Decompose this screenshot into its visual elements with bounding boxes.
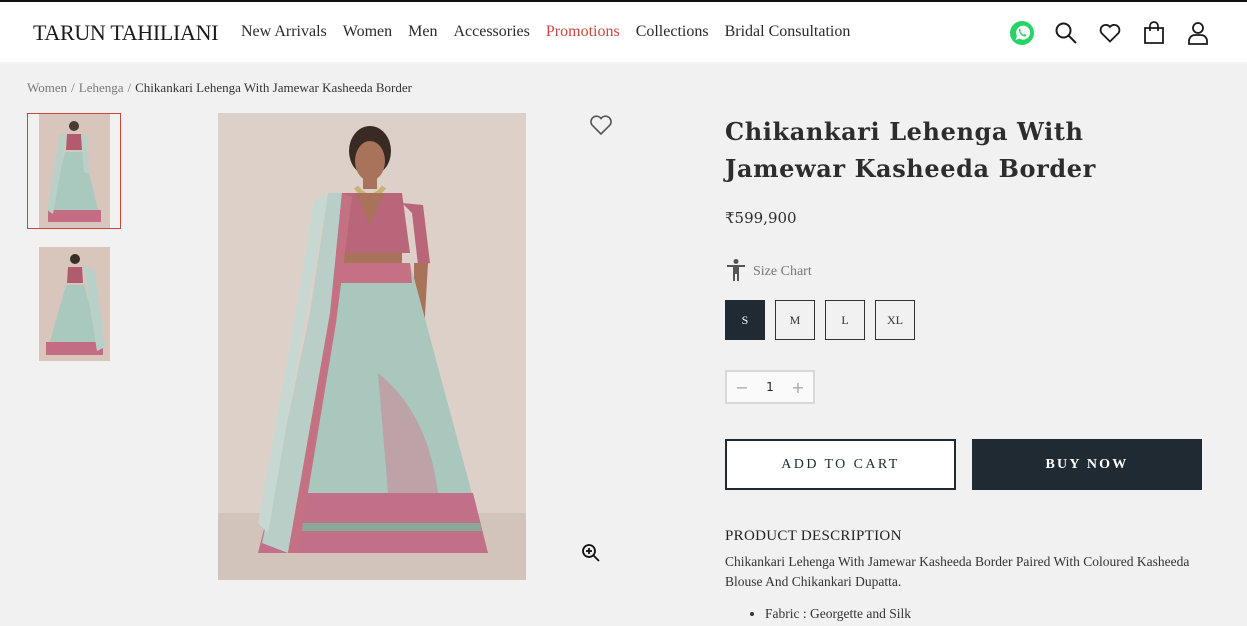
size-chart-label: Size Chart: [753, 264, 812, 279]
product-details-list: Fabric : Georgette and Silk: [765, 606, 911, 622]
size-chart-icon: [725, 258, 747, 286]
breadcrumb-women[interactable]: Women: [27, 80, 67, 95]
product-price: ₹599,900: [725, 209, 797, 227]
brand-logo[interactable]: TARUN TAHILIANI: [33, 20, 219, 46]
product-thumbnail-back[interactable]: [27, 246, 121, 362]
quantity-increase-button[interactable]: +: [791, 378, 805, 397]
breadcrumb-separator: /: [71, 80, 75, 95]
search-icon[interactable]: [1044, 17, 1088, 49]
size-selector: S M L XL: [725, 300, 915, 340]
product-detail-item: Fabric : Georgette and Silk: [765, 606, 911, 622]
main-nav: New Arrivals Women Men Accessories Promo…: [241, 23, 866, 41]
breadcrumb-lehenga[interactable]: Lehenga: [79, 80, 124, 95]
buy-now-button[interactable]: BUY NOW: [972, 439, 1202, 490]
size-option-m[interactable]: M: [775, 300, 815, 340]
nav-item-men[interactable]: Men: [408, 23, 437, 41]
nav-item-promotions[interactable]: Promotions: [546, 23, 620, 41]
size-option-s[interactable]: S: [725, 300, 765, 340]
size-option-xl[interactable]: XL: [875, 300, 915, 340]
quantity-stepper: − 1 +: [725, 370, 815, 404]
whatsapp-icon[interactable]: [1000, 17, 1044, 49]
wishlist-icon[interactable]: [1088, 17, 1132, 49]
quantity-value[interactable]: 1: [766, 380, 774, 394]
cart-bag-icon[interactable]: [1132, 17, 1176, 49]
breadcrumb: Women / Lehenga / Chikankari Lehenga With Ja…: [27, 80, 412, 96]
zoom-in-icon[interactable]: [581, 543, 601, 567]
product-description-heading: PRODUCT DESCRIPTION: [725, 528, 902, 544]
nav-item-women[interactable]: Women: [343, 23, 392, 41]
product-thumbnail-front[interactable]: [27, 113, 121, 229]
breadcrumb-separator: /: [127, 80, 132, 95]
size-chart-link[interactable]: Size Chart: [725, 258, 812, 286]
product-description: Chikankari Lehenga With Jamewar Kasheeda…: [725, 554, 1190, 589]
product-title: Chikankari Lehenga With Jamewar Kasheeda…: [725, 117, 1096, 183]
product-main-image[interactable]: [218, 113, 526, 580]
quantity-decrease-button[interactable]: −: [735, 378, 749, 397]
breadcrumb-current: Chikankari Lehenga With Jamewar Kasheeda…: [135, 80, 412, 95]
product-wishlist-icon[interactable]: [589, 114, 613, 140]
add-to-cart-button[interactable]: ADD TO CART: [725, 439, 956, 490]
nav-item-accessories[interactable]: Accessories: [453, 23, 529, 41]
size-option-l[interactable]: L: [825, 300, 865, 340]
nav-item-new-arrivals[interactable]: New Arrivals: [241, 23, 327, 41]
header-actions: [1000, 17, 1220, 49]
nav-item-collections[interactable]: Collections: [636, 23, 709, 41]
site-header: TARUN TAHILIANI New Arrivals Women Men A…: [0, 2, 1247, 62]
nav-item-bridal-consultation[interactable]: Bridal Consultation: [725, 23, 851, 41]
account-icon[interactable]: [1176, 17, 1220, 49]
